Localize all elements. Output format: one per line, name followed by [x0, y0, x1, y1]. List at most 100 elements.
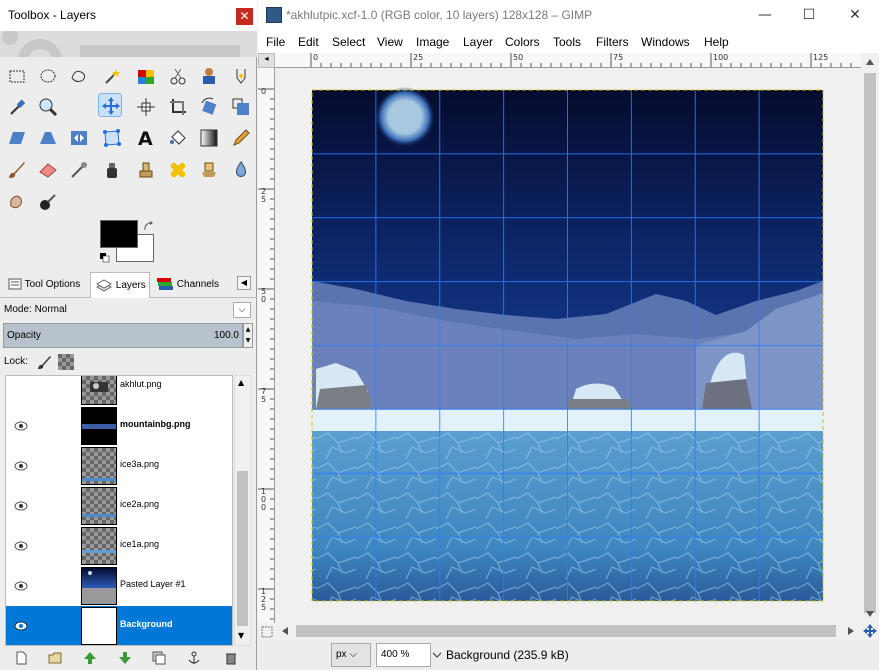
ellipse-select-icon[interactable]	[36, 64, 60, 88]
anchor-layer-icon[interactable]	[187, 651, 201, 665]
foreground-color-swatch[interactable]	[100, 220, 138, 248]
blur-icon[interactable]	[229, 158, 253, 182]
opacity-slider[interactable]: Opacity 100.0	[3, 323, 243, 348]
menu-filters[interactable]: Filters	[596, 35, 629, 49]
menu-image[interactable]: Image	[416, 35, 449, 49]
heal-icon[interactable]	[166, 158, 190, 182]
menu-windows[interactable]: Windows	[641, 35, 690, 49]
eye-icon[interactable]	[14, 579, 28, 593]
menu-view[interactable]: View	[377, 35, 403, 49]
color-select-icon[interactable]	[134, 64, 158, 88]
vertical-scrollbar-thumb[interactable]	[864, 73, 876, 613]
text-icon[interactable]: A	[134, 126, 158, 150]
color-picker-icon[interactable]	[5, 95, 29, 119]
ink-icon[interactable]	[100, 158, 124, 182]
layer-row-pasted-layer[interactable]: Pasted Layer #1	[6, 566, 232, 606]
maximize-button[interactable]: ☐	[799, 6, 819, 24]
perspective-icon[interactable]	[36, 126, 60, 150]
tab-tool-options[interactable]: Tool Options	[4, 272, 88, 298]
rect-select-icon[interactable]	[5, 64, 29, 88]
scroll-up-arrow-icon[interactable]	[865, 57, 875, 67]
raise-layer-icon[interactable]	[83, 651, 97, 665]
menu-help[interactable]: Help	[704, 35, 729, 49]
opacity-spinner[interactable]: ▲ ▼	[243, 323, 253, 348]
align-icon[interactable]	[134, 95, 158, 119]
zoom-chevron-icon[interactable]	[432, 650, 442, 660]
layer-row-ice1a[interactable]: ice1a.png	[6, 526, 232, 566]
perspective-clone-icon[interactable]	[197, 158, 221, 182]
layer-row-mountainbg[interactable]: mountainbg.png	[6, 406, 232, 446]
eye-icon[interactable]	[14, 459, 28, 473]
vertical-ruler[interactable]: 0 2 5 5 0 7 5 1 0 0 1 2 5	[258, 68, 275, 623]
swap-colors-icon[interactable]	[142, 220, 156, 234]
layer-row-akhlut[interactable]: akhlut.png	[6, 376, 232, 406]
move-icon[interactable]	[98, 93, 122, 117]
fg-bg-color-area[interactable]	[100, 220, 160, 268]
delete-layer-icon[interactable]	[224, 651, 238, 665]
layer-row-ice3a[interactable]: ice3a.png	[6, 446, 232, 486]
airbrush-icon[interactable]	[67, 158, 91, 182]
crop-icon[interactable]	[166, 95, 190, 119]
default-colors-icon[interactable]	[100, 253, 110, 263]
eye-icon[interactable]	[14, 619, 28, 633]
quick-mask-icon[interactable]	[261, 626, 273, 638]
eye-icon[interactable]	[14, 539, 28, 553]
pencil-icon[interactable]	[229, 126, 253, 150]
horizontal-ruler[interactable]: 0 25 50 75 100 125	[275, 53, 861, 68]
layer-mode-dropdown[interactable]: ⌵	[233, 302, 251, 318]
close-button[interactable]: ✕	[845, 6, 865, 24]
foreground-select-icon[interactable]	[197, 64, 221, 88]
zoom-icon[interactable]	[36, 95, 60, 119]
new-layer-group-icon[interactable]	[48, 651, 62, 665]
scrollbar-thumb[interactable]	[237, 471, 248, 626]
zoom-dropdown[interactable]: 400 %	[376, 643, 431, 667]
clone-icon[interactable]	[134, 158, 158, 182]
blend-icon[interactable]	[197, 126, 221, 150]
bucket-fill-icon[interactable]	[166, 126, 190, 150]
menu-select[interactable]: Select	[332, 35, 365, 49]
scroll-down-arrow-icon[interactable]	[865, 609, 875, 619]
scroll-left-arrow-icon[interactable]	[280, 626, 290, 636]
eye-icon[interactable]	[14, 499, 28, 513]
canvas-area[interactable]	[276, 69, 861, 622]
dodge-burn-icon[interactable]	[36, 190, 60, 214]
toolbox-close-button[interactable]: ✕	[236, 8, 253, 25]
tab-channels[interactable]: Channels	[152, 272, 224, 298]
eraser-icon[interactable]	[36, 158, 60, 182]
horizontal-scrollbar[interactable]	[276, 622, 861, 640]
layers-scrollbar[interactable]: ▲ ▼	[234, 375, 251, 646]
scissors-icon[interactable]	[166, 64, 190, 88]
ruler-corner-button[interactable]: ◂	[258, 53, 275, 68]
scroll-up-arrow[interactable]: ▲	[238, 378, 244, 387]
vertical-scrollbar[interactable]	[861, 53, 879, 623]
layer-mode-row[interactable]: Mode: Normal ⌵	[0, 300, 257, 320]
minimize-button[interactable]: —	[755, 6, 775, 24]
fuzzy-select-icon[interactable]	[100, 64, 124, 88]
menu-file[interactable]: File	[266, 35, 285, 49]
eye-icon[interactable]	[14, 419, 28, 433]
image-canvas[interactable]	[276, 69, 861, 622]
dock-menu-button[interactable]: ◀	[237, 276, 251, 290]
paths-icon[interactable]	[229, 64, 253, 88]
rotate-icon[interactable]	[197, 95, 221, 119]
scroll-right-arrow-icon[interactable]	[846, 626, 856, 636]
paintbrush-icon[interactable]	[5, 158, 29, 182]
scroll-down-arrow[interactable]: ▼	[238, 631, 244, 640]
lower-layer-icon[interactable]	[118, 651, 132, 665]
menu-colors[interactable]: Colors	[505, 35, 540, 49]
navigate-icon[interactable]	[863, 624, 877, 638]
menu-tools[interactable]: Tools	[553, 35, 581, 49]
lock-pixels-icon[interactable]	[36, 354, 52, 370]
menu-edit[interactable]: Edit	[298, 35, 319, 49]
smudge-icon[interactable]	[5, 190, 29, 214]
layer-row-background[interactable]: Background	[6, 606, 232, 645]
free-select-icon[interactable]	[67, 64, 91, 88]
scale-icon[interactable]	[229, 95, 253, 119]
menu-layer[interactable]: Layer	[463, 35, 493, 49]
unit-dropdown[interactable]: px ⌵	[331, 643, 371, 667]
duplicate-layer-icon[interactable]	[152, 651, 166, 665]
lock-alpha-icon[interactable]	[58, 354, 74, 370]
cage-transform-icon[interactable]	[100, 126, 124, 150]
flip-icon[interactable]	[67, 126, 91, 150]
layer-row-ice2a[interactable]: ice2a.png	[6, 486, 232, 526]
